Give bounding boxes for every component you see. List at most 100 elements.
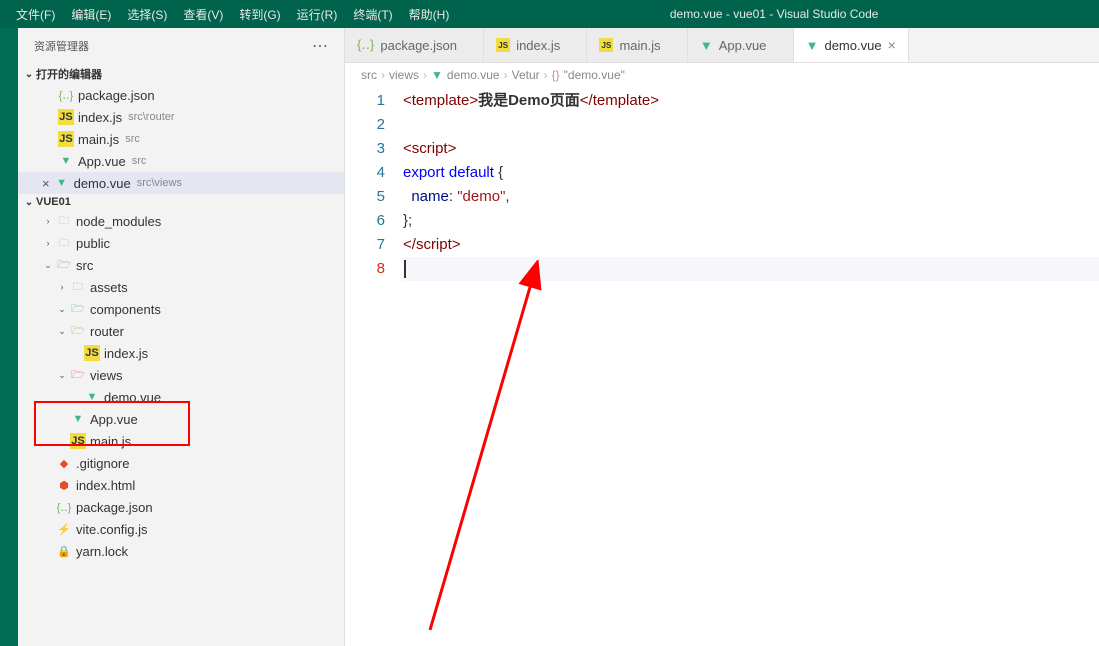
editor-tab[interactable]: ▼demo.vue×	[794, 28, 909, 62]
js-icon: JS	[599, 38, 613, 52]
js-icon: JS	[58, 109, 74, 125]
tree-file[interactable]: {‥}package.json	[18, 496, 344, 518]
breadcrumb-label: "demo.vue"	[564, 68, 625, 82]
folder-open-icon: 🗁	[70, 323, 86, 339]
menu-select[interactable]: 选择(S)	[119, 2, 175, 27]
vue-icon: ▼	[700, 38, 713, 53]
breadcrumb-item[interactable]: views	[389, 68, 419, 82]
chevron-down-icon: ⌄	[42, 260, 54, 271]
tree-folder[interactable]: ⌄🗁router	[18, 320, 344, 342]
menu-file[interactable]: 文件(F)	[8, 2, 63, 27]
line-number: 2	[345, 113, 385, 137]
editor-tab[interactable]: JSmain.js×	[587, 28, 687, 62]
tree-folder[interactable]: ⌄🗁views	[18, 364, 344, 386]
code-area[interactable]: 12345678 <template>我是Demo页面</template><s…	[345, 87, 1099, 646]
file-name: index.js	[78, 110, 122, 125]
tree-file[interactable]: ⬢index.html	[18, 474, 344, 496]
chevron-down-icon: ⌄	[22, 69, 36, 80]
tree-folder[interactable]: ›🗀 node_modules	[18, 210, 344, 232]
tree-label: yarn.lock	[76, 544, 128, 559]
tree-file[interactable]: ◆ .gitignore	[18, 452, 344, 474]
menu-terminal[interactable]: 终端(T)	[345, 2, 400, 27]
open-editor-item[interactable]: JSmain.jssrc	[18, 128, 344, 150]
tree-label: index.js	[104, 346, 148, 361]
chevron-right-icon: ›	[42, 216, 54, 226]
open-editors-header[interactable]: ⌄ 打开的编辑器	[18, 64, 344, 84]
editor-tab[interactable]: {‥}package.json×	[345, 28, 484, 62]
close-icon[interactable]: ×	[42, 176, 50, 191]
menu-edit[interactable]: 编辑(E)	[63, 2, 119, 27]
sidebar-more-icon[interactable]: ⋯	[312, 36, 328, 56]
tree-label: .gitignore	[76, 456, 129, 471]
chevron-right-icon: ›	[56, 282, 68, 292]
code-line[interactable]	[403, 257, 1099, 281]
editor-tabs: {‥}package.json× JS index.js × JSmain.js×▼Ap…	[345, 28, 1099, 63]
git-icon: ◆	[56, 455, 72, 471]
file-path: src	[125, 133, 140, 145]
tree-file[interactable]: ⚡ vite.config.js	[18, 518, 344, 540]
braces-icon: {}	[552, 68, 560, 82]
code-line[interactable]: </script>	[403, 233, 1099, 257]
tree-folder[interactable]: ⌄🗁src	[18, 254, 344, 276]
breadcrumb-item[interactable]: ▼demo.vue	[431, 68, 500, 82]
menu-run[interactable]: 运行(R)	[289, 2, 346, 27]
tree-label: vite.config.js	[76, 522, 148, 537]
tree-file[interactable]: 🔒yarn.lock	[18, 540, 344, 562]
tree-label: demo.vue	[104, 390, 161, 405]
code-line[interactable]: };	[403, 209, 1099, 233]
breadcrumb-item[interactable]: {} "demo.vue"	[552, 68, 625, 82]
chevron-right-icon: ›	[42, 238, 54, 248]
file-name: package.json	[78, 88, 155, 103]
tree-label: public	[76, 236, 110, 251]
code-line[interactable]	[403, 113, 1099, 137]
menu-goto[interactable]: 转到(G)	[231, 2, 288, 27]
code-line[interactable]: <script>	[403, 137, 1099, 161]
tree-folder[interactable]: ›🗀assets	[18, 276, 344, 298]
window-title: demo.vue - vue01 - Visual Studio Code	[457, 7, 1091, 21]
tree-file[interactable]: JSindex.js	[18, 342, 344, 364]
js-icon: JS	[496, 38, 510, 52]
sidebar-title: 资源管理器	[34, 38, 89, 54]
open-editor-item[interactable]: JSindex.jssrc\router	[18, 106, 344, 128]
open-editor-item[interactable]: ▼App.vuesrc	[18, 150, 344, 172]
chevron-down-icon: ⌄	[56, 304, 68, 315]
tree-file[interactable]: ▼ demo.vue	[18, 386, 344, 408]
vue-icon: ▼	[70, 411, 86, 427]
line-number: 4	[345, 161, 385, 185]
sidebar: 资源管理器 ⋯ ⌄ 打开的编辑器 {‥}package.jsonJSindex.…	[18, 28, 345, 646]
menu-bar: 文件(F) 编辑(E) 选择(S) 查看(V) 转到(G) 运行(R) 终端(T…	[8, 2, 457, 27]
tree-file[interactable]: ▼App.vue	[18, 408, 344, 430]
breadcrumb-item[interactable]: Vetur	[512, 68, 540, 82]
open-editor-item[interactable]: ×▼demo.vuesrc\views	[18, 172, 344, 194]
tree-folder[interactable]: ›🗀public	[18, 232, 344, 254]
vue-icon: ▼	[54, 175, 70, 191]
close-icon[interactable]: ×	[888, 37, 896, 53]
code-lines[interactable]: <template>我是Demo页面</template> <script>exp…	[403, 87, 1099, 646]
line-number: 3	[345, 137, 385, 161]
editor-tab[interactable]: JSindex.js×	[484, 28, 587, 62]
open-editor-item[interactable]: {‥} package.json	[18, 84, 344, 106]
tab-label: index.js	[516, 38, 560, 53]
menu-view[interactable]: 查看(V)	[175, 2, 231, 27]
vue-icon: ▼	[84, 389, 100, 405]
line-number: 8	[345, 257, 385, 281]
code-line[interactable]: <template>我是Demo页面</template>	[403, 89, 1099, 113]
code-line[interactable]: export default {	[403, 161, 1099, 185]
breadcrumb-item[interactable]: src	[361, 68, 377, 82]
project-header[interactable]: ⌄ VUE01	[18, 194, 344, 210]
vite-icon: ⚡	[56, 521, 72, 537]
line-number: 7	[345, 233, 385, 257]
json-icon: {‥}	[58, 87, 74, 103]
tree-label: package.json	[76, 500, 153, 515]
folder-icon: 🗀	[56, 213, 72, 229]
chevron-right-icon: ›	[544, 68, 548, 82]
code-line[interactable]: name: "demo",	[403, 185, 1099, 209]
vue-icon: ▼	[806, 38, 819, 53]
menu-help[interactable]: 帮助(H)	[401, 2, 458, 27]
tree-folder[interactable]: ⌄🗁components	[18, 298, 344, 320]
tree-label: node_modules	[76, 214, 161, 229]
tree-file[interactable]: JSmain.js	[18, 430, 344, 452]
activity-bar[interactable]	[0, 28, 18, 646]
folder-open-icon: 🗁	[56, 257, 72, 273]
editor-tab[interactable]: ▼App.vue×	[688, 28, 794, 62]
